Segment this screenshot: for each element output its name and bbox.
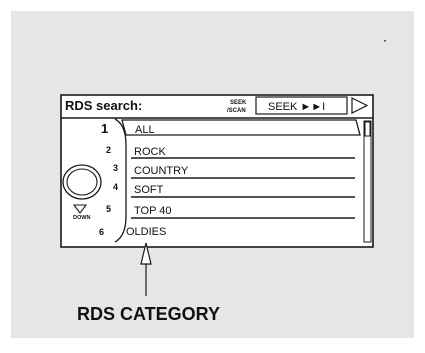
list-item-label[interactable]: OLDIES <box>126 226 166 238</box>
list-item-number: 2 <box>106 145 111 155</box>
seek-button-label: SEEK ►►I <box>268 101 325 113</box>
list-item-number: 1 <box>101 121 108 136</box>
list-item-number: 3 <box>113 163 118 173</box>
scrollbar-thumb[interactable] <box>364 121 371 137</box>
seek-scan-label-top: SEEK <box>230 100 247 106</box>
list-item-number: 6 <box>99 227 104 237</box>
panel-title: RDS search: <box>65 98 142 113</box>
list-item-label[interactable]: SOFT <box>134 184 164 196</box>
speck-mark <box>384 40 386 42</box>
illustration: RDS search: SEEK /SCAN SEEK ►►I 1 ALL 2 … <box>0 0 425 348</box>
callout-label: RDS CATEGORY <box>77 304 220 324</box>
scrollbar-track[interactable] <box>363 120 372 243</box>
list-item-label[interactable]: TOP 40 <box>134 205 172 217</box>
list-item-label[interactable]: ROCK <box>134 146 166 158</box>
seek-scan-label-bottom: /SCAN <box>227 108 246 114</box>
down-label: DOWN <box>73 215 90 221</box>
knob-inner <box>66 168 98 196</box>
selected-item-highlight <box>121 119 361 136</box>
list-item-number: 5 <box>106 204 111 214</box>
list-item-label[interactable]: COUNTRY <box>134 165 189 177</box>
list-item-label[interactable]: ALL <box>135 124 155 136</box>
list-item-number: 4 <box>113 182 118 192</box>
